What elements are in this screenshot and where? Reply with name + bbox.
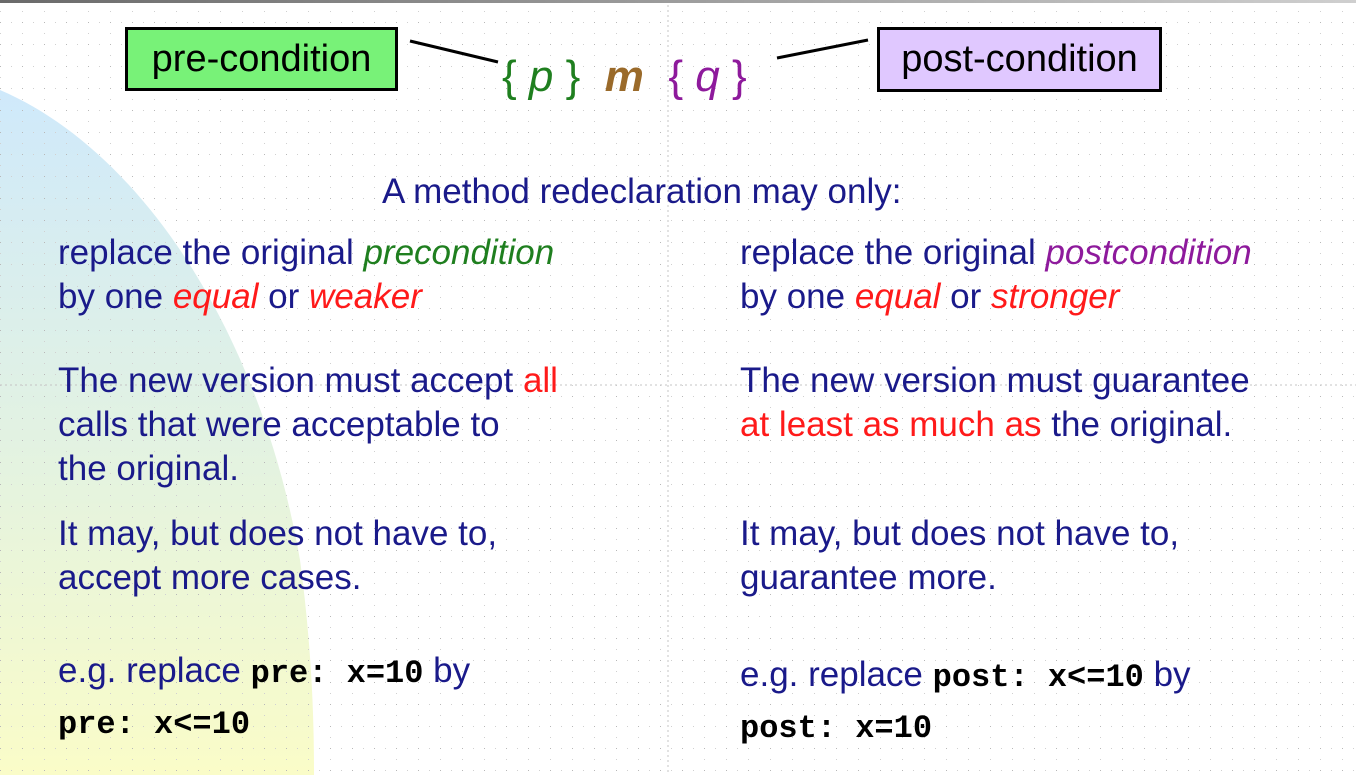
left-rule-line1: replace the original precondition <box>58 233 555 272</box>
right-equal-term: equal <box>854 277 941 316</box>
left-accept-paragraph: The new version must accept all calls th… <box>58 361 558 488</box>
right-rule-line1: replace the original postcondition <box>740 233 1252 272</box>
right-example: e.g. replace post: x<=10 by post: x=10 <box>740 655 1191 747</box>
precondition-term: precondition <box>363 233 555 272</box>
page-heading: A method redeclaration may only: <box>382 172 902 211</box>
left-example: e.g. replace pre: x=10 by pre: x<=10 <box>58 651 471 743</box>
formula-p: p <box>528 52 554 101</box>
right-rule-line2: by one equal or stronger <box>740 277 1120 316</box>
at-least-as-much-term: at least as much as <box>740 405 1042 444</box>
postcondition-term: postcondition <box>1045 233 1252 272</box>
post-condition-box: post-condition <box>877 27 1162 92</box>
right-code-replacement: post: x=10 <box>740 710 933 747</box>
hoare-triple: { p } m { q } <box>502 52 747 102</box>
left-equal-term: equal <box>172 277 259 316</box>
right-may-paragraph: It may, but does not have to, guarantee … <box>740 514 1180 597</box>
formula-m: m <box>604 52 644 101</box>
left-rule-line2: by one equal or weaker <box>58 277 422 316</box>
brace-open-p: { <box>502 52 529 101</box>
weaker-term: weaker <box>309 277 422 316</box>
all-term: all <box>522 361 558 400</box>
left-rule: replace the original precondition by one… <box>58 231 554 319</box>
formula-q: q <box>695 52 720 101</box>
right-code-original: post: x<=10 <box>932 659 1144 696</box>
right-rule: replace the original postcondition by on… <box>740 231 1252 319</box>
brace-close-q: } <box>719 52 747 101</box>
top-bar <box>0 0 1356 3</box>
left-code-replacement: pre: x<=10 <box>58 706 251 743</box>
post-condition-label: post-condition <box>901 38 1138 80</box>
stronger-term: stronger <box>991 277 1120 316</box>
brace-close-p: } <box>553 52 581 101</box>
brace-open-q: { <box>668 52 696 101</box>
left-code-original: pre: x=10 <box>250 655 424 692</box>
right-guarantee-paragraph: The new version must guarantee at least … <box>740 361 1250 444</box>
left-may-paragraph: It may, but does not have to, accept mor… <box>58 514 498 597</box>
pre-condition-box: pre-condition <box>125 27 398 91</box>
pre-condition-label: pre-condition <box>151 37 372 80</box>
